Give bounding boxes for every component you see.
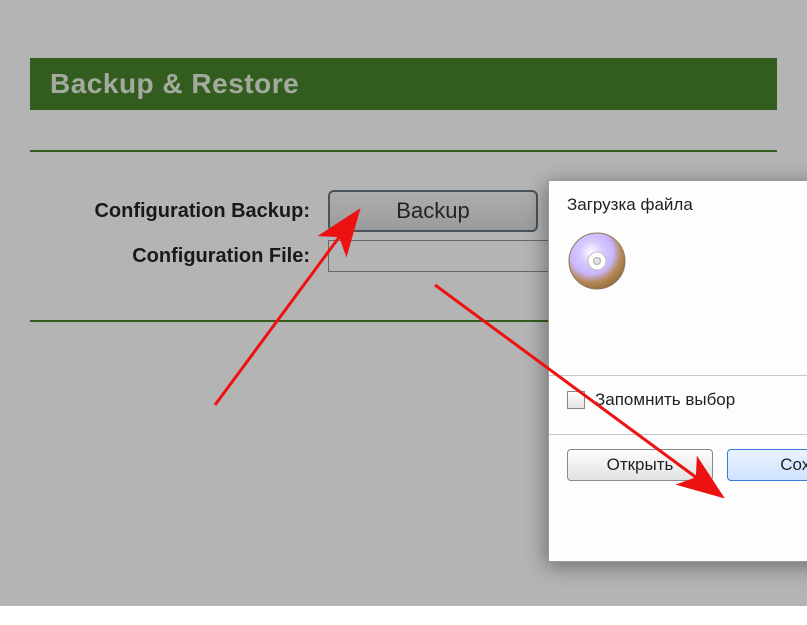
disc-icon <box>567 231 627 291</box>
open-button[interactable]: Открыть <box>567 449 713 481</box>
remember-choice-label: Запомнить выбор <box>595 390 735 410</box>
file-type-label: Тип <box>651 263 807 283</box>
file-source-label: Источник <box>651 289 807 309</box>
file-name-label: Имя <box>651 237 807 257</box>
save-button[interactable]: Сохр <box>727 449 807 481</box>
dialog-fields: Имя Тип Источник <box>651 225 807 315</box>
download-dialog: Загрузка файла <box>548 180 807 562</box>
remember-choice-checkbox[interactable] <box>567 391 585 409</box>
open-with-label: Открыть в <box>567 333 807 353</box>
dialog-title: Загрузка файла <box>567 195 807 215</box>
